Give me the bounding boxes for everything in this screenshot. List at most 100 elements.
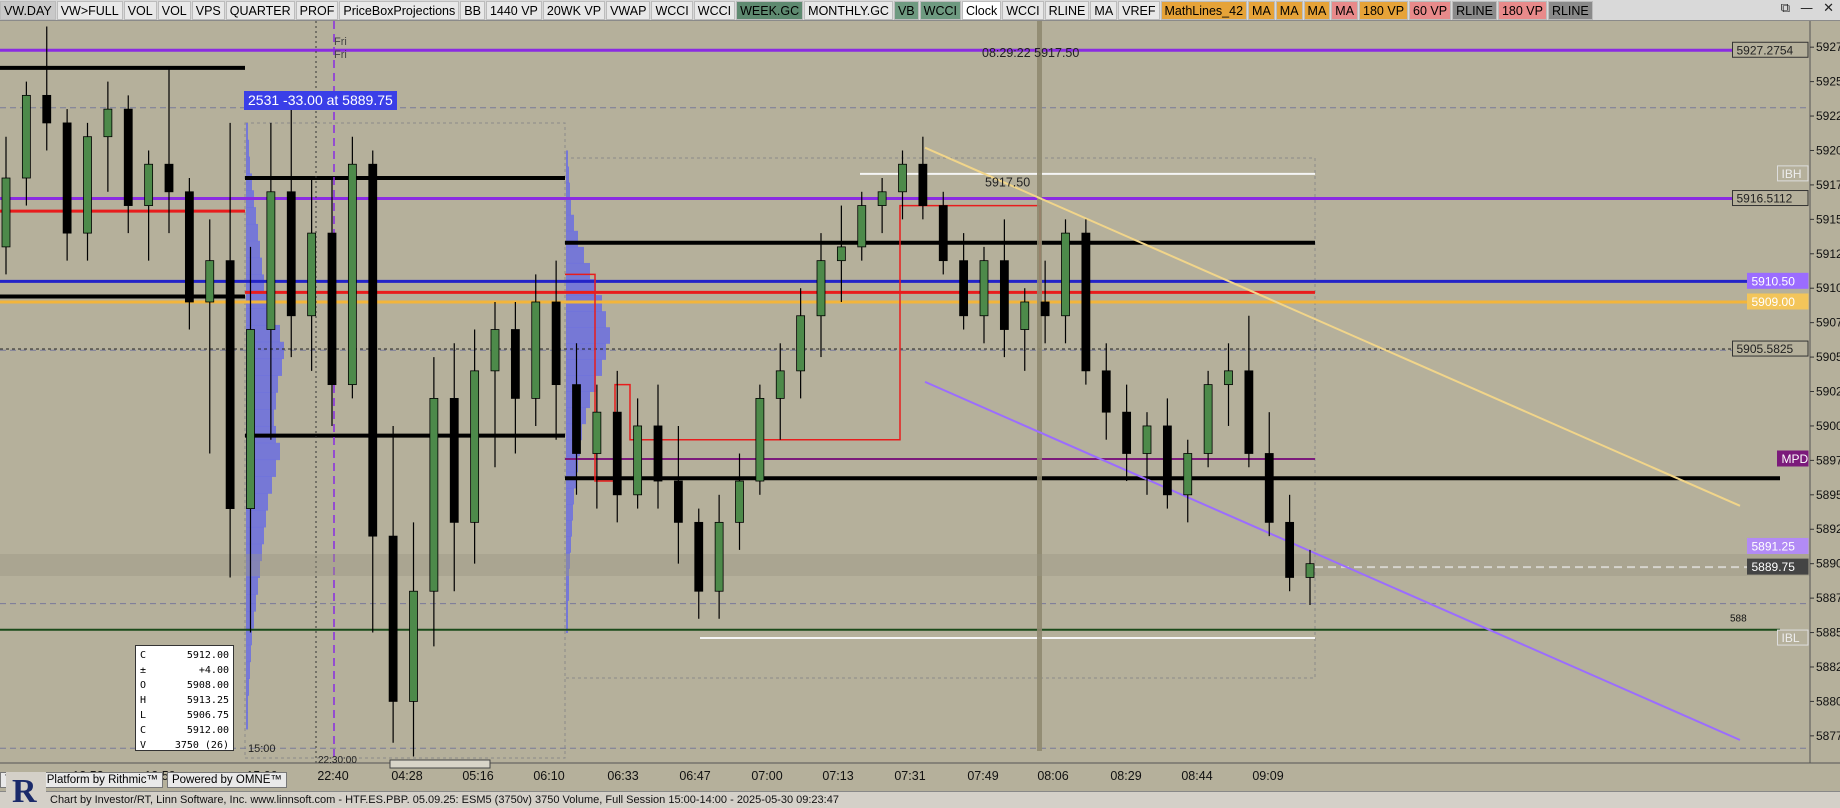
- volume-profile-bar: [246, 156, 250, 174]
- time-tick-label: 22:40: [317, 769, 348, 783]
- price-chart[interactable]: 5927.50 5925.00 5922.50 5920.00 5917.50 5915.…: [0, 21, 1840, 788]
- toolbar-button-prof[interactable]: PROF: [295, 0, 339, 20]
- toolbar-button-clock[interactable]: Clock: [961, 0, 1002, 20]
- toolbar-button-vref[interactable]: VREF: [1118, 0, 1160, 20]
- level-annotation: 5917.50: [985, 175, 1030, 189]
- toolbar-button-ma[interactable]: MA: [1275, 0, 1303, 20]
- data-row-key: C: [140, 725, 147, 736]
- candle-body: [551, 301, 561, 386]
- candle-body: [1081, 232, 1091, 372]
- candle-body: [1162, 425, 1172, 496]
- toolbar-button-ma[interactable]: MA: [1248, 0, 1275, 20]
- candle-body: [246, 329, 255, 509]
- data-row-value: 5906.75: [186, 710, 229, 721]
- data-window: C 5912.00 ± +4.00 O 5908.00 H 5913.25 L 5906.75 C 5…: [135, 645, 234, 751]
- volume-profile-bar: [246, 526, 264, 545]
- price-tick-label: 5890.00: [1816, 557, 1840, 571]
- toolbar-button-week-gc[interactable]: WEEK.GC: [736, 0, 804, 20]
- toolbar-button-rline[interactable]: RLINE: [1044, 0, 1090, 20]
- price-tick-label: 5922.50: [1816, 109, 1840, 123]
- volume-profile-bar: [246, 122, 248, 141]
- candle-body: [123, 108, 133, 206]
- volume-profile-bar: [246, 712, 248, 730]
- toolbar-button-vb[interactable]: VB: [893, 0, 919, 20]
- candle-body: [205, 260, 215, 303]
- candle-body: [714, 521, 724, 592]
- volume-profile-bar: [246, 240, 260, 259]
- chart-area[interactable]: 5927.50 5925.00 5922.50 5920.00 5917.50 5915.…: [0, 21, 1840, 788]
- data-row-key: H: [140, 695, 147, 706]
- close-icon[interactable]: ✕: [1823, 1, 1834, 16]
- candle-body: [1285, 521, 1295, 578]
- price-tag-label: 5905.5825: [1737, 342, 1794, 356]
- candle-body: [877, 191, 887, 206]
- toolbar-button-1440-vp[interactable]: 1440 VP: [485, 0, 542, 20]
- toolbar-button-180-vp[interactable]: 180 VP: [1497, 0, 1547, 20]
- toolbar-button-20wk-vp[interactable]: 20WK VP: [542, 0, 606, 20]
- volume-profile-bar: [566, 262, 590, 280]
- volume-profile-bar: [566, 150, 568, 168]
- price-tick-label: 5912.50: [1816, 247, 1840, 261]
- toolbar: VW.DAY VW>FULL VOL VOL VPS QUARTER PROF PriceBo…: [0, 0, 1840, 21]
- restore-icon[interactable]: ⧉: [1781, 1, 1790, 16]
- session-time-label: 15:00: [248, 743, 276, 755]
- toolbar-button-60-vp[interactable]: 60 VP: [1409, 0, 1452, 20]
- candle-body: [368, 163, 378, 537]
- data-row-key: C: [140, 650, 147, 661]
- toolbar-button-vol[interactable]: VOL: [123, 0, 157, 20]
- price-tick-label: 5910.00: [1816, 281, 1840, 295]
- candle-body: [1101, 370, 1111, 413]
- omne-label[interactable]: Powered by OMNE™: [166, 772, 287, 788]
- toolbar-button-rline[interactable]: RLINE: [1547, 0, 1593, 20]
- data-row: V 3750 (26): [140, 738, 229, 753]
- data-row-value: 5912.00: [186, 725, 229, 736]
- toolbar-button-wcci[interactable]: WCCI: [1002, 0, 1044, 20]
- time-tick-label: 06:33: [607, 769, 638, 783]
- toolbar-button-rline[interactable]: RLINE: [1452, 0, 1497, 20]
- toolbar-button-bb[interactable]: BB: [460, 0, 485, 20]
- volume-profile-bar: [246, 577, 258, 595]
- price-tick-label: 5882.50: [1816, 660, 1840, 674]
- toolbar-button-wcci[interactable]: WCCI: [693, 0, 736, 20]
- toolbar-button-wcci[interactable]: WCCI: [651, 0, 693, 20]
- candle-body: [755, 397, 765, 482]
- candle-body: [83, 136, 92, 234]
- toolbar-button-ma[interactable]: MA: [1331, 0, 1359, 20]
- candle-body: [999, 260, 1009, 330]
- candle-body: [409, 590, 418, 702]
- volume-profile-bar: [566, 520, 572, 537]
- price-tag-label: 5889.75: [1752, 560, 1796, 574]
- candle-body: [1183, 453, 1193, 496]
- toolbar-button-quarter[interactable]: QUARTER: [225, 0, 295, 20]
- candle-body: [62, 122, 72, 234]
- toolbar-button-vwap[interactable]: VWAP: [606, 0, 651, 20]
- toolbar-button-vw-full[interactable]: VW>FULL: [56, 0, 123, 20]
- time-tick-label: 07:00: [751, 769, 782, 783]
- candle-body: [286, 191, 296, 317]
- toolbar-button-mathlines-42[interactable]: MathLines_42: [1160, 0, 1248, 20]
- small-level-label: 588: [1730, 614, 1747, 625]
- candle-body: [592, 411, 602, 454]
- toolbar-button-ma[interactable]: MA: [1090, 0, 1118, 20]
- minimize-icon[interactable]: —: [1800, 1, 1813, 16]
- data-row-value: 5912.00: [186, 650, 229, 661]
- price-tag-label: 5909.00: [1752, 295, 1796, 309]
- toolbar-button-180-vp[interactable]: 180 VP: [1359, 0, 1409, 20]
- data-row: ± +4.00: [140, 663, 229, 678]
- toolbar-button-priceboxprojections[interactable]: PriceBoxProjections: [339, 0, 460, 20]
- candle-body: [775, 370, 785, 399]
- price-tag-label: MPD: [1782, 452, 1809, 466]
- toolbar-button-vw-day[interactable]: VW.DAY: [0, 0, 56, 20]
- toolbar-button-vps[interactable]: VPS: [191, 0, 225, 20]
- candle-body: [1142, 425, 1152, 454]
- toolbar-button-monthly-gc[interactable]: MONTHLY.GC: [804, 0, 893, 20]
- volume-profile-bar: [566, 536, 571, 553]
- data-row-value: 5908.00: [186, 680, 229, 691]
- toolbar-button-ma[interactable]: MA: [1303, 0, 1331, 20]
- candle-body: [735, 480, 744, 523]
- toolbar-button-vol[interactable]: VOL: [157, 0, 191, 20]
- candle-body: [653, 425, 663, 482]
- price-tag-label: 5916.5112: [1737, 192, 1793, 206]
- volume-profile-bar: [246, 257, 262, 275]
- toolbar-button-wcci[interactable]: WCCI: [919, 0, 961, 20]
